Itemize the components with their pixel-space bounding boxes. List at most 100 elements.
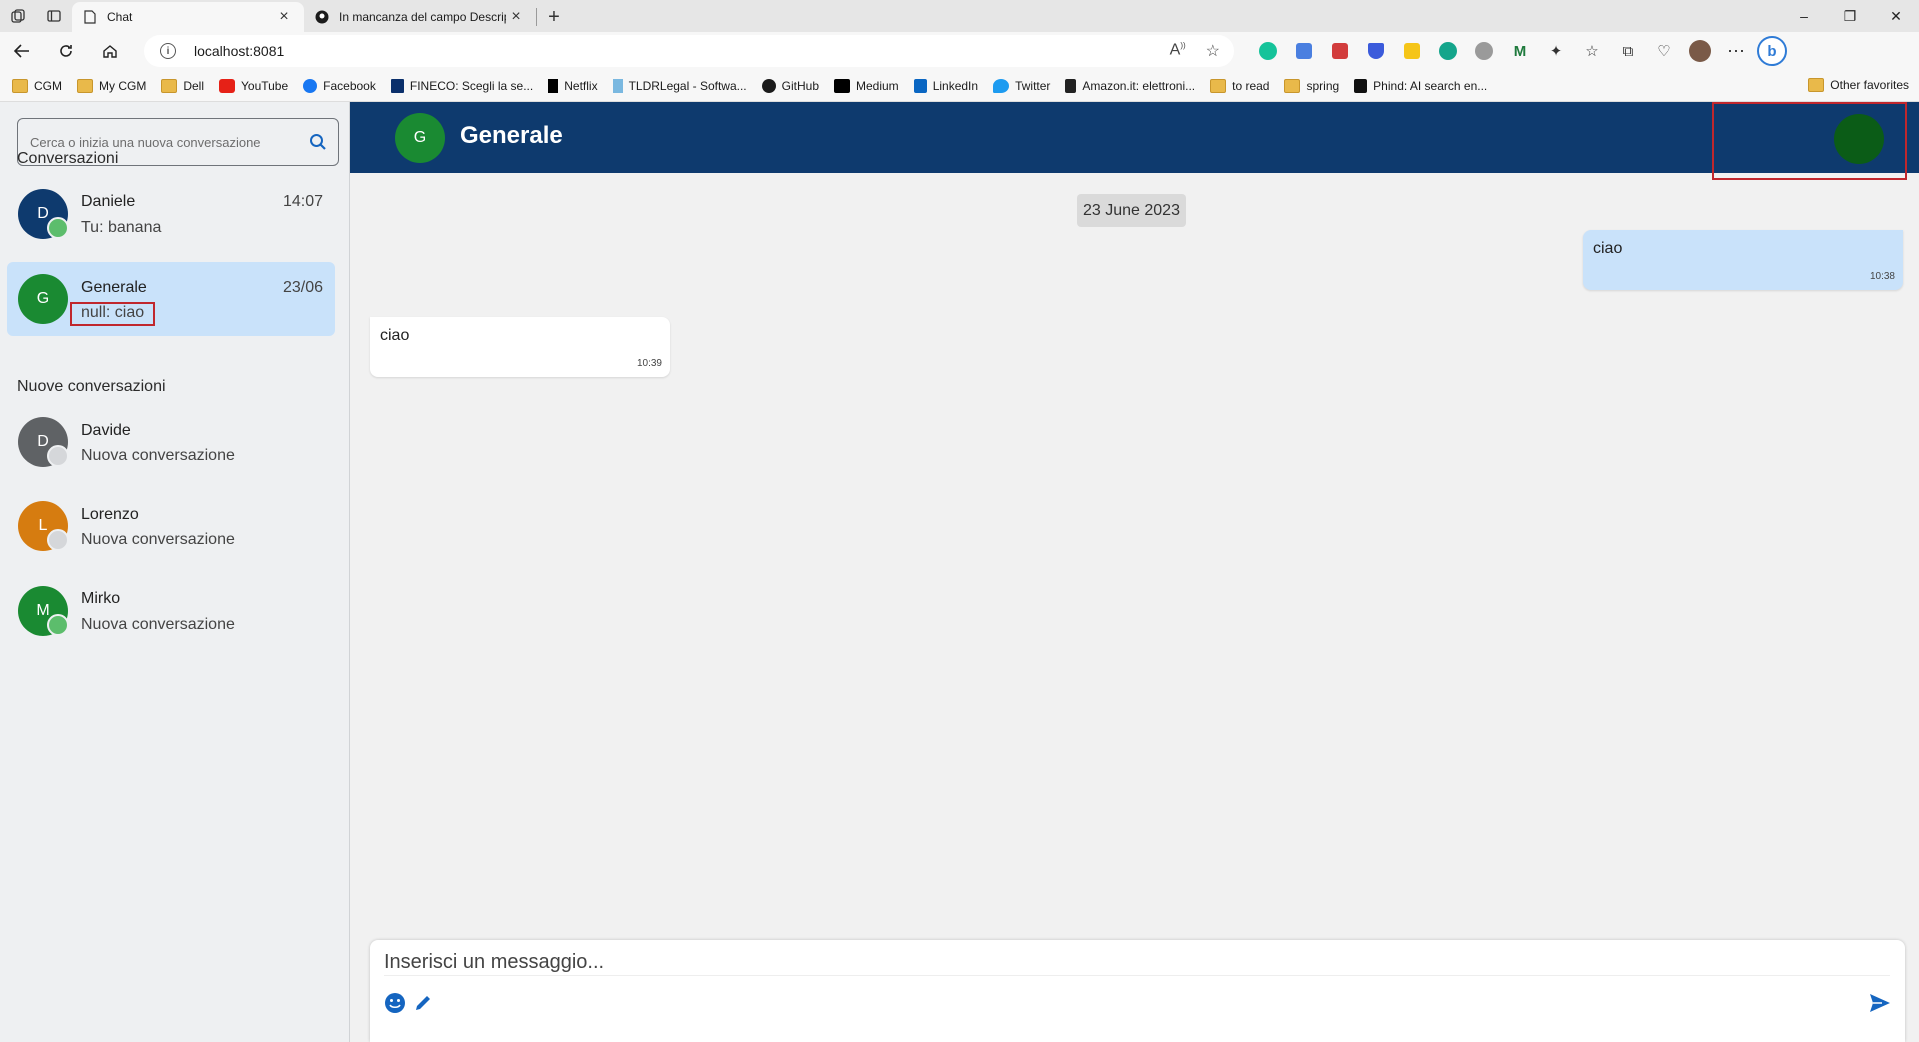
highlight-box — [70, 302, 155, 326]
tab-actions-icon[interactable] — [36, 0, 72, 32]
shield-extension-icon[interactable] — [1358, 35, 1394, 67]
m-extension-icon[interactable]: M — [1502, 35, 1538, 67]
conversation-name: Generale — [81, 279, 147, 296]
favorite-item[interactable]: Phind: AI search en... — [1354, 78, 1488, 93]
other-favorites[interactable]: Other favorites — [1808, 78, 1909, 92]
close-window-icon[interactable]: ✕ — [1873, 0, 1919, 32]
favorite-item[interactable]: TLDRLegal - Softwa... — [612, 78, 747, 93]
message-composer — [370, 940, 1905, 1042]
conversation-name: Lorenzo — [81, 506, 139, 523]
extension-red-icon[interactable] — [1322, 35, 1358, 67]
send-icon[interactable] — [1867, 990, 1893, 1016]
chat-app: Conversazioni D Daniele Tu: banana 14:07… — [0, 102, 1919, 1042]
message-text: ciao — [380, 327, 410, 344]
folder-icon — [12, 78, 28, 93]
conversation-preview: Nuova conversazione — [81, 447, 235, 464]
refresh-icon[interactable] — [44, 32, 88, 70]
conversation-preview: Nuova conversazione — [81, 616, 235, 633]
favorite-label: My CGM — [99, 78, 147, 93]
amazon-assistant-icon[interactable] — [1430, 35, 1466, 67]
favorite-star-icon[interactable]: ☆ — [1206, 41, 1220, 61]
favorite-label: spring — [1306, 78, 1340, 93]
conversation-preview: Nuova conversazione — [81, 531, 235, 548]
bing-icon[interactable]: b — [1754, 35, 1790, 67]
online-status-dot — [47, 614, 69, 636]
close-tab-icon[interactable]: × — [274, 8, 294, 26]
new-tab-button[interactable]: + — [537, 2, 571, 32]
favorite-label: Phind: AI search en... — [1373, 78, 1488, 93]
search-input[interactable] — [30, 134, 298, 150]
favorite-item[interactable]: GitHub — [761, 78, 819, 93]
chat-title: Generale — [460, 122, 563, 149]
other-favorites-label: Other favorites — [1830, 78, 1909, 92]
favorites-icon[interactable]: ☆ — [1574, 35, 1610, 67]
message-input[interactable] — [384, 950, 1890, 976]
favorite-label: Netflix — [564, 78, 598, 93]
new-conversation-item[interactable]: M Mirko Nuova conversazione — [7, 574, 335, 648]
new-conversation-item[interactable]: L Lorenzo Nuova conversazione — [7, 489, 335, 563]
favorite-label: TLDRLegal - Softwa... — [628, 78, 747, 93]
favorite-item[interactable]: Twitter — [993, 78, 1051, 93]
sidebar: Conversazioni D Daniele Tu: banana 14:07… — [0, 102, 350, 1042]
health-icon[interactable]: ♡ — [1646, 35, 1682, 67]
favorite-item[interactable]: FINECO: Scegli la se... — [390, 78, 533, 93]
favorite-item[interactable]: Facebook — [303, 78, 376, 93]
favorite-item[interactable]: Medium — [834, 78, 899, 93]
favorite-item[interactable]: YouTube — [219, 78, 289, 93]
search-icon[interactable] — [298, 122, 338, 162]
favorite-item[interactable]: spring — [1284, 78, 1340, 93]
tab-github-issue[interactable]: In mancanza del campo Descript × — [304, 2, 536, 32]
folder-icon — [1808, 78, 1825, 92]
twitter-icon — [993, 78, 1010, 93]
gear-extension-icon[interactable] — [1466, 35, 1502, 67]
message-time: 10:38 — [1869, 271, 1895, 282]
favorite-item[interactable]: CGM — [12, 78, 62, 93]
favorite-item[interactable]: My CGM — [77, 78, 147, 93]
site-info-icon[interactable]: i — [160, 43, 176, 59]
close-tab-icon[interactable]: × — [506, 8, 526, 26]
tab-title: Chat — [107, 10, 133, 24]
conversation-time: 23/06 — [282, 279, 323, 296]
workspaces-icon[interactable] — [0, 0, 36, 32]
address-bar[interactable]: i localhost:8081 A)) ☆ — [144, 35, 1234, 67]
tab-title: In mancanza del campo Descript — [339, 10, 506, 24]
restore-icon[interactable]: ❐ — [1827, 0, 1873, 32]
pencil-icon[interactable] — [410, 990, 436, 1016]
favorite-item[interactable]: LinkedIn — [913, 78, 978, 93]
profile-avatar[interactable] — [1682, 35, 1718, 67]
tab-chat[interactable]: Chat × — [72, 2, 304, 32]
collections-icon[interactable]: ⧉ — [1610, 35, 1646, 67]
fineco-icon — [390, 78, 404, 93]
more-icon[interactable]: ⋯ — [1718, 35, 1754, 67]
puzzle-icon[interactable]: ✦ — [1538, 35, 1574, 67]
minimize-icon[interactable]: – — [1781, 0, 1827, 32]
conversation-time: 14:07 — [282, 193, 323, 210]
folder-icon — [1284, 78, 1301, 93]
favorite-item[interactable]: to read — [1210, 78, 1270, 93]
conversation-item[interactable]: D Daniele Tu: banana 14:07 — [7, 177, 335, 251]
conversation-item-selected[interactable]: G Generale null: ciao 23/06 — [7, 262, 335, 336]
page-icon — [82, 9, 98, 25]
favorite-label: GitHub — [781, 78, 819, 93]
translate-icon[interactable] — [1286, 35, 1322, 67]
favorite-label: Facebook — [323, 78, 376, 93]
medium-icon — [834, 78, 850, 93]
favorite-item[interactable]: Dell — [161, 78, 204, 93]
conversation-preview: Tu: banana — [81, 219, 162, 236]
chat-header: G Generale — [350, 102, 1919, 180]
offline-status-dot — [47, 529, 69, 551]
read-aloud-icon[interactable]: A)) — [1170, 41, 1186, 61]
favorite-label: to read — [1232, 78, 1270, 93]
favorites-bar: CGM My CGM Dell YouTube Facebook FINECO: Sceg… — [0, 70, 1919, 102]
emoji-icon[interactable] — [382, 990, 408, 1016]
back-icon[interactable] — [0, 32, 44, 70]
home-icon[interactable] — [88, 32, 132, 70]
favorite-item[interactable]: Amazon.it: elettroni... — [1065, 78, 1195, 93]
new-conversation-item[interactable]: D Davide Nuova conversazione — [7, 405, 335, 479]
keep-icon[interactable] — [1394, 35, 1430, 67]
grammarly-icon[interactable] — [1250, 35, 1286, 67]
favorite-item[interactable]: Netflix — [548, 78, 598, 93]
favorite-label: YouTube — [241, 78, 289, 93]
favorite-label: Twitter — [1015, 78, 1051, 93]
conversation-name: Davide — [81, 422, 131, 439]
